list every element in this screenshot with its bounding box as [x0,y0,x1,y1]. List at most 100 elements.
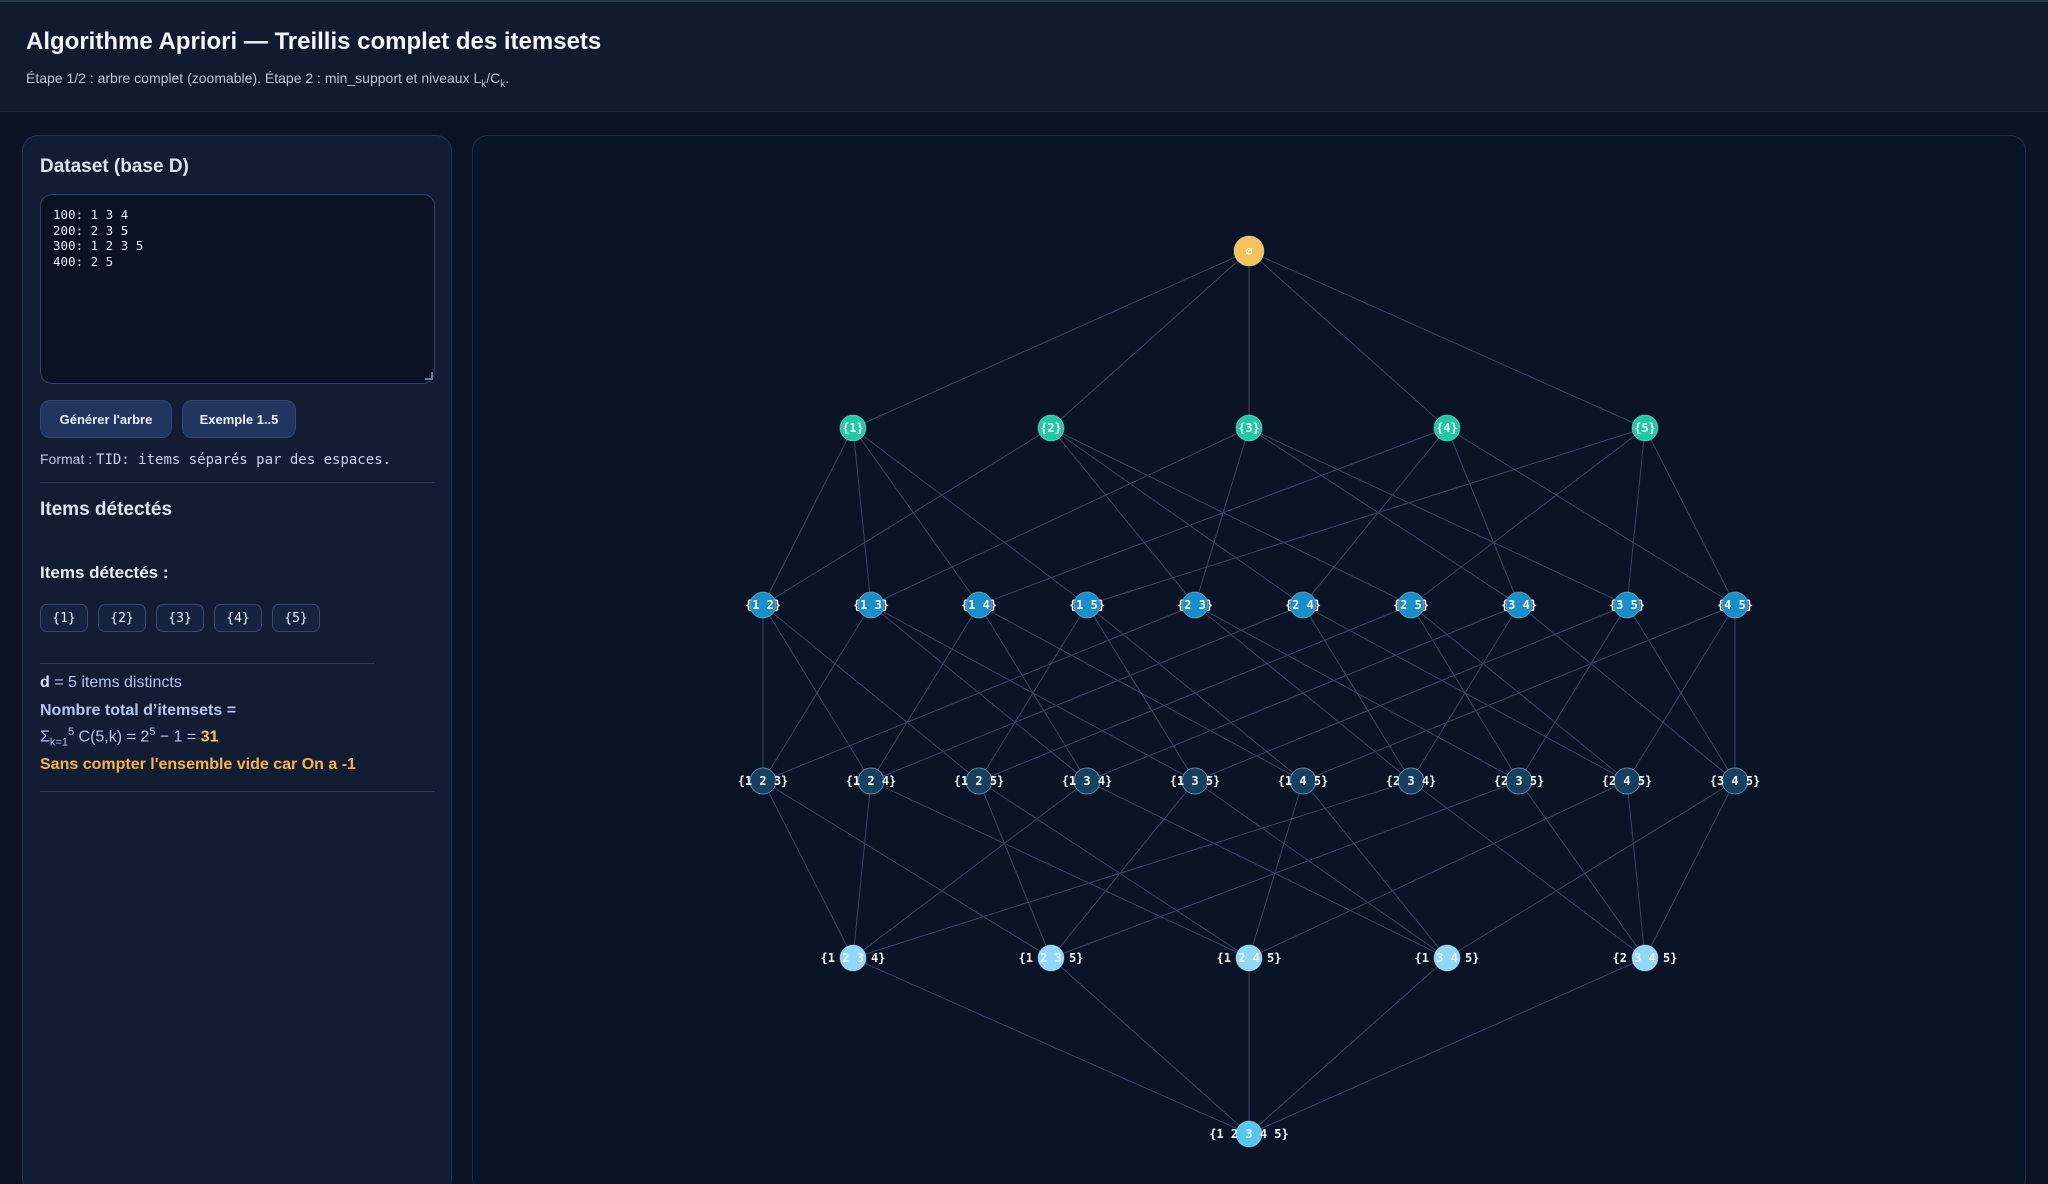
lattice-edge [852,780,872,959]
lattice-node-label: {2} [1040,421,1062,435]
lattice-node[interactable]: {2} [1037,414,1065,442]
lattice-edge [1302,427,1448,606]
lattice-node[interactable]: {4} [1433,414,1461,442]
lattice-node-label: {1 3 5} [1170,774,1221,788]
lattice-edge [762,427,854,606]
lattice-edge [870,780,1250,959]
lattice-edge [870,604,980,782]
lattice-node-label: {3 4 5} [1710,774,1761,788]
lattice-node[interactable]: {4 5} [1717,591,1753,619]
lattice-node-label: {2 5} [1393,598,1429,612]
lattice-edge [1248,957,1646,1135]
lattice-edge [762,604,1196,782]
lattice-node-label: {1 2 3 4} [820,951,885,965]
lattice-node-label: {4 5} [1717,598,1753,612]
lattice-edge [762,780,854,959]
lattice-node-label: {1 5} [1069,598,1105,612]
lattice-edge [1626,427,1646,606]
lattice-node[interactable]: {1 2 5} [954,767,1005,795]
lattice-node-label: {1 3 4} [1062,774,1113,788]
lattice-edge [1050,957,1250,1135]
lattice-node-label: {1 2 5} [954,774,1005,788]
lattice-edge [1248,957,1448,1135]
lattice-edge [852,427,872,606]
lattice-edge [978,427,1448,606]
lattice-edge [1050,780,1196,959]
lattice-edge [762,427,1052,606]
lattice-edge [852,427,1088,606]
lattice-node-label: {1 2 3} [738,774,789,788]
lattice-node-label: {1 2} [745,598,781,612]
lattice-node[interactable]: {3} [1235,414,1263,442]
lattice-node[interactable]: {1 2 3} [738,767,789,795]
lattice-edge [1050,427,1412,606]
lattice-edge [1248,427,1628,606]
lattice-edge [978,604,1412,782]
lattice-edge [1410,780,1646,959]
lattice-node[interactable]: {3 4 5} [1710,767,1761,795]
lattice-edge [762,780,1052,959]
lattice-edge [1248,250,1448,429]
lattice-edge [870,604,1304,782]
lattice-node[interactable]: {1 3} [853,591,889,619]
lattice-edge [1194,604,1628,782]
itemset-lattice[interactable]: ∅ {1} {2} {3} {4} {5} {1 2} {1 3} {1 4} {1 5} {2 3… [0,0,2048,1184]
lattice-node-label: {3 5} [1609,598,1645,612]
lattice-edge [852,250,1250,429]
lattice-edge [1644,427,1736,606]
lattice-edge [1050,780,1520,959]
lattice-edge [1518,604,1736,782]
lattice-node[interactable]: {1 2 4 5} [1216,944,1282,972]
lattice-edge [1248,780,1304,959]
lattice-edge [1302,780,1448,959]
lattice-node[interactable]: {2 3 4 5} [1612,944,1678,972]
lattice-node[interactable]: {1} [839,414,867,442]
lattice-node[interactable]: {1 3 4 5} [1414,944,1480,972]
lattice-node[interactable]: {3 4} [1501,591,1537,619]
lattice-node[interactable]: {1 2 4} [846,767,897,795]
lattice-node-label: {1 4 5} [1278,774,1329,788]
lattice-node-label: {2 3} [1177,598,1213,612]
lattice-edge [1248,250,1646,429]
lattice-edge [870,427,1250,606]
lattice-edge [1518,604,1628,782]
lattice-edge [852,427,980,606]
lattice-node-label: {2 3 4 5} [1612,951,1677,965]
lattice-edge [978,780,1052,959]
lattice-edge [1446,427,1736,606]
lattice-node[interactable]: {1 2 3 4 5} [1209,1120,1289,1148]
lattice-edge [1248,780,1628,959]
lattice-edge [1086,604,1520,782]
lattice-node[interactable]: {2 3 4} [1386,767,1437,795]
lattice-edge [852,780,1412,959]
lattice-edge [762,604,980,782]
lattice-node-label: {1 2 4} [846,774,897,788]
lattice-edge [1248,427,1520,606]
lattice-edge [1086,780,1448,959]
lattice-node[interactable]: ∅ [1233,235,1265,267]
lattice-edge [1644,780,1736,959]
lattice-node[interactable]: {1 2 3 4} [820,944,886,972]
lattice-node[interactable]: {5} [1631,414,1659,442]
lattice-node-label: {1} [842,421,864,435]
lattice-node-label: {1 3} [853,598,889,612]
lattice-node-label: {2 4} [1285,598,1321,612]
lattice-node[interactable]: {1 4} [961,591,997,619]
lattice-node-label: {2 3 5} [1494,774,1545,788]
lattice-edge [1194,427,1250,606]
lattice-edge [852,957,1250,1135]
lattice-node-label: {3} [1238,421,1260,435]
lattice-edge [1194,780,1448,959]
lattice-node-label: {1 4} [961,598,997,612]
lattice-node-label: ∅ [1245,244,1252,258]
lattice-node-label: {1 2 3 5} [1018,951,1083,965]
lattice-node[interactable]: {3 5} [1609,591,1645,619]
lattice-edge [1086,427,1646,606]
lattice-node-label: {2 4 5} [1602,774,1653,788]
lattice-node[interactable]: {1 2} [745,591,781,619]
lattice-node[interactable]: {2 3} [1177,591,1213,619]
lattice-edge [1302,604,1412,782]
lattice-edge [1446,780,1736,959]
lattice-edge [1050,427,1304,606]
lattice-edge [852,780,1088,959]
